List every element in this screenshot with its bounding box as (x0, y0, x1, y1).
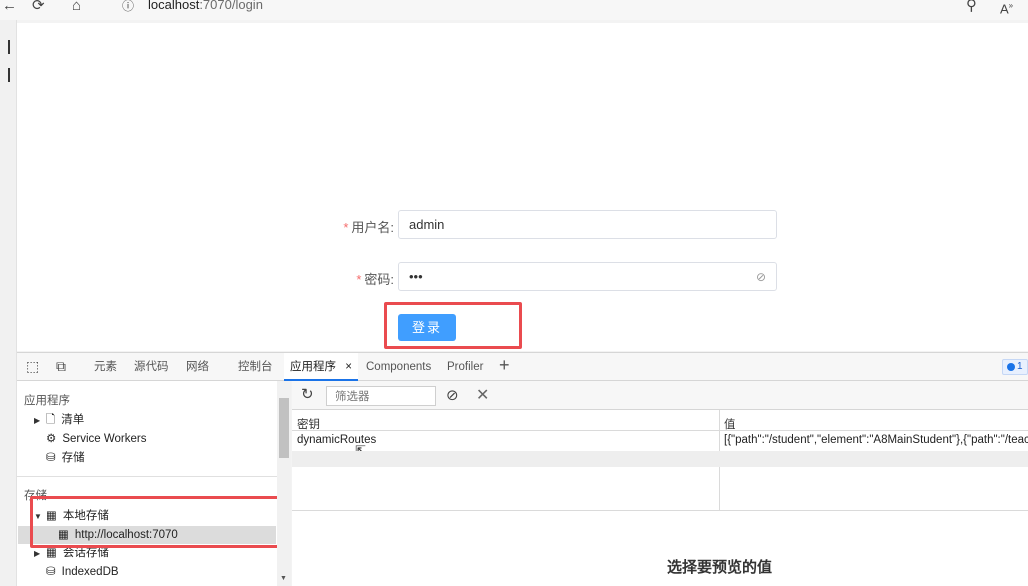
gear-icon: ⚙ (46, 433, 57, 445)
database-icon: ⛁ (46, 566, 56, 578)
database-icon: ⛁ (46, 452, 56, 464)
url-path: :7070/login (199, 0, 263, 12)
message-icon (1007, 363, 1015, 371)
required-mark: * (356, 272, 362, 287)
grid-icon: ▦ (46, 547, 57, 559)
back-icon[interactable]: ← (2, 0, 17, 16)
username-input[interactable]: admin (398, 210, 777, 239)
info-icon[interactable]: ⓘ (122, 0, 134, 16)
tree-item-indexeddb[interactable]: ⛁ IndexedDB (46, 563, 119, 581)
tree-item-manifest[interactable]: ▶ 🗋 清单 (34, 411, 84, 429)
address-bar[interactable]: localhost:7070/login (148, 0, 263, 12)
tab-network[interactable]: 网络 (186, 353, 209, 381)
read-aloud-icon[interactable]: A» (1000, 0, 1013, 16)
password-input[interactable]: ••• ⊘ (398, 262, 777, 291)
refresh-icon[interactable]: ↻ (301, 385, 314, 403)
tree-item-storage[interactable]: ⛁ 存储 (46, 449, 85, 467)
table-row-value[interactable]: [{"path":"/student","element":"A8MainStu… (724, 434, 1028, 446)
tree-item-service-workers[interactable]: ⚙ Service Workers (46, 430, 146, 448)
tab-sources[interactable]: 源代码 (134, 353, 169, 381)
tab-console[interactable]: 控制台 (238, 353, 273, 381)
delete-selected-icon[interactable]: ✕ (476, 385, 489, 405)
tab-components[interactable]: Components (366, 353, 431, 381)
device-toggle-icon[interactable]: ⧉ (56, 358, 66, 375)
section-application: 应用程序 (24, 395, 70, 407)
close-tab-icon[interactable]: × (345, 361, 352, 373)
storage-panel (292, 381, 1028, 586)
login-page (17, 23, 1028, 351)
sidebar-tab-icon[interactable] (0, 40, 10, 54)
tab-profiler[interactable]: Profiler (447, 353, 483, 381)
table-bottom-divider (292, 510, 1028, 511)
inspect-icon[interactable]: ⬚ (26, 358, 39, 375)
sidebar-tab-icon[interactable] (0, 68, 10, 82)
add-tab-icon[interactable]: + (499, 351, 510, 379)
file-icon: 🗋 (46, 414, 56, 426)
divider (17, 476, 277, 477)
table-row-empty[interactable] (292, 451, 1028, 467)
tab-application[interactable]: 应用程序 × (284, 353, 358, 381)
refresh-icon[interactable]: ⟳ (32, 0, 45, 16)
highlight-box (384, 302, 522, 349)
home-icon[interactable]: ⌂ (72, 0, 81, 16)
username-label: * 用户名: (343, 220, 394, 235)
required-mark: * (343, 220, 349, 235)
eye-off-icon[interactable]: ⊘ (756, 263, 766, 291)
issues-badge[interactable]: 1 (1002, 359, 1028, 375)
highlight-box (30, 496, 282, 548)
filter-input[interactable]: 筛选器 (326, 386, 436, 406)
url-host: localhost (148, 0, 200, 12)
browser-sidebar (0, 20, 17, 586)
clear-all-icon[interactable]: ⊘ (446, 386, 459, 404)
password-label: * 密码: (356, 272, 394, 287)
expand-icon[interactable]: ▶ (34, 412, 44, 430)
preview-placeholder: 选择要预览的值 (667, 559, 773, 576)
key-icon[interactable]: ⚲ (966, 0, 977, 16)
tab-elements[interactable]: 元素 (94, 353, 117, 381)
header-divider (292, 430, 1028, 431)
scrollbar-thumb[interactable] (279, 398, 289, 458)
scroll-down-icon[interactable]: ▼ (280, 575, 287, 582)
